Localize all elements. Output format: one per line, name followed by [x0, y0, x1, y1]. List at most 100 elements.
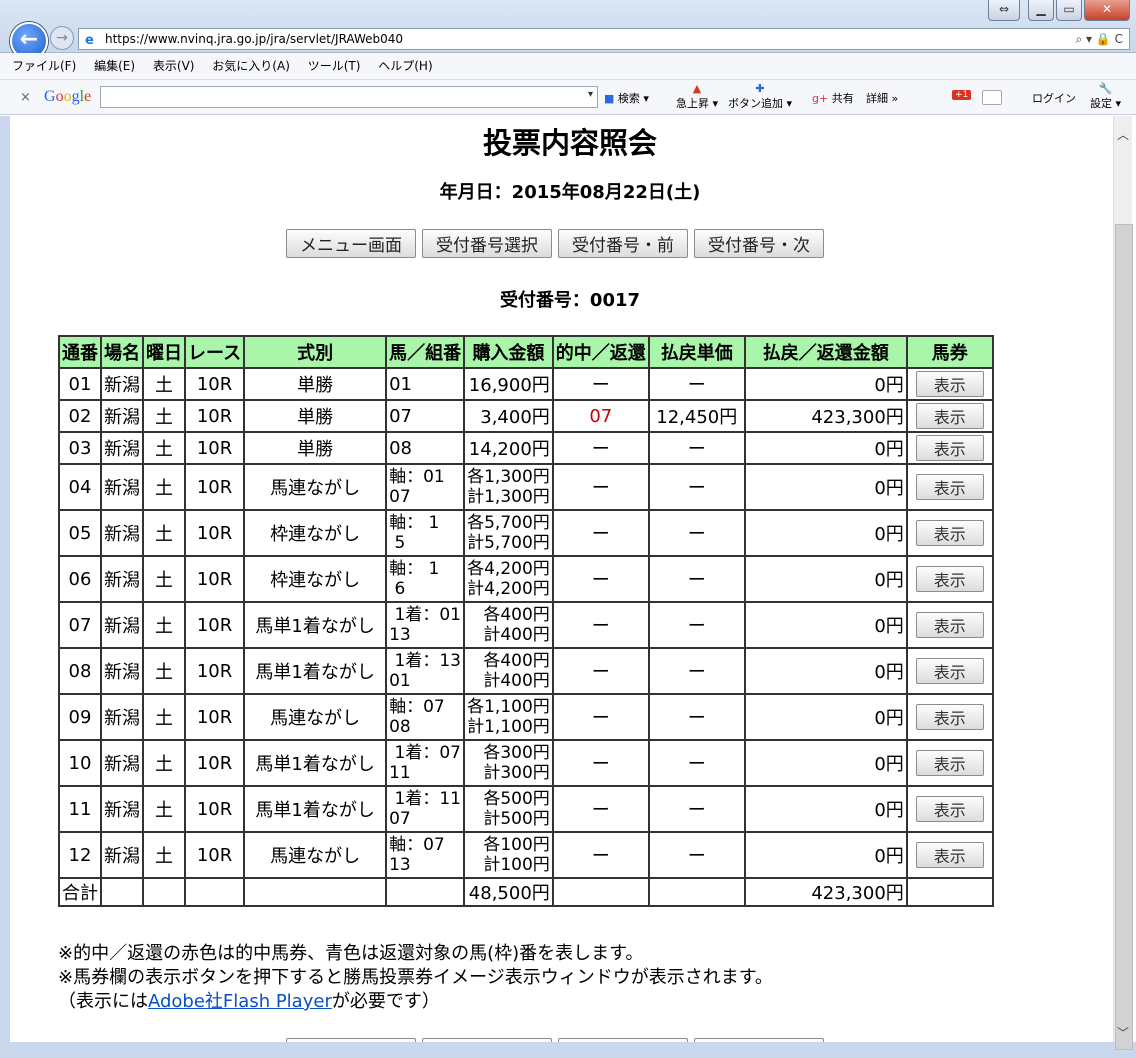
show-ticket-button[interactable]: 表示: [915, 371, 984, 397]
cell-place: 新潟: [100, 463, 144, 511]
page-content: 投票内容照会 年月日：2015年08月22日(土) メニュー画面 受付番号選択 …: [10, 116, 1110, 1042]
cell-type: 単勝: [243, 399, 388, 433]
show-ticket-button[interactable]: 表示: [915, 750, 984, 776]
close-toolbar-icon[interactable]: ×: [20, 90, 31, 105]
title-bar: ⇔ ▁ ▭ ✕ ← → e https://www.nvinq.jra.go.jp…: [0, 0, 1136, 60]
cell-race: 10R: [183, 367, 246, 401]
show-ticket-button[interactable]: 表示: [915, 520, 984, 546]
menu-button-bottom[interactable]: メニュー画面: [286, 1038, 416, 1042]
amount-each: 各4,200円: [467, 559, 550, 579]
cell-type: 単勝: [243, 431, 388, 465]
cell-day: 土: [142, 399, 186, 433]
menu-button[interactable]: メニュー画面: [286, 229, 416, 258]
maximize-button[interactable]: ▭: [1056, 0, 1082, 21]
menu-edit[interactable]: 編集(E): [94, 59, 135, 73]
show-ticket-button[interactable]: 表示: [915, 435, 984, 461]
menu-file[interactable]: ファイル(F): [12, 59, 76, 73]
cell-pay: 0円: [743, 693, 908, 741]
scroll-thumb[interactable]: [1115, 224, 1133, 1050]
cell-unit: ー: [647, 647, 746, 695]
wrench-icon: 🔧: [1098, 82, 1113, 95]
plus-one-icon[interactable]: +1: [952, 90, 972, 100]
cell-type: 単勝: [243, 367, 388, 401]
cell-pay: 0円: [743, 555, 908, 603]
cell-combo: 1着：13 01: [385, 647, 466, 695]
receipt-prev-button[interactable]: 受付番号・前: [558, 229, 688, 258]
scroll-up-icon[interactable]: ︿: [1114, 126, 1132, 144]
address-bar[interactable]: e https://www.nvinq.jra.go.jp/jra/servlet…: [78, 28, 1130, 50]
table-body: 01 新潟土 10R 単勝 01 16,900円ーー 0円 表示 02 新潟土 10R 単勝 07 3,4…: [58, 367, 994, 879]
menu-view[interactable]: 表示(V): [153, 59, 195, 73]
combo-line-2: 6: [389, 579, 406, 599]
flash-player-link[interactable]: Adobe社Flash Player: [148, 991, 332, 1012]
note-line-2: ※馬券欄の表示ボタンを押下すると勝馬投票券イメージ表示ウィンドウが表示されます。: [58, 967, 773, 988]
receipt-select-button-bottom[interactable]: 受付番号選択: [422, 1038, 552, 1042]
show-ticket-button[interactable]: 表示: [915, 658, 984, 684]
show-ticket-button[interactable]: 表示: [915, 612, 984, 638]
detail-button[interactable]: 詳細 »: [866, 90, 898, 106]
google-search-input[interactable]: ▾: [100, 86, 598, 108]
show-ticket-button[interactable]: 表示: [915, 796, 984, 822]
amount-total: 計500円: [483, 809, 550, 829]
restore-icon[interactable]: ⇔: [988, 0, 1020, 21]
window-controls: ⇔ ▁ ▭ ✕: [988, 0, 1130, 21]
cell-unit: 12,450円: [647, 399, 746, 433]
vertical-scrollbar[interactable]: ︿ ﹀: [1113, 116, 1133, 1050]
combo-line-1: 1着：01: [389, 605, 461, 625]
combo-line-1: 軸：01: [389, 467, 445, 487]
cell-ticket: 表示: [905, 693, 994, 741]
receipt-prev-button-bottom[interactable]: 受付番号・前: [558, 1038, 688, 1042]
cell-race: 10R: [183, 601, 246, 649]
menu-help[interactable]: ヘルプ(H): [378, 59, 432, 73]
menu-tools[interactable]: ツール(T): [308, 59, 361, 73]
amount-total: 計300円: [483, 763, 550, 783]
trending-button[interactable]: ▲ 急上昇 ▾: [676, 82, 718, 111]
receipt-next-button[interactable]: 受付番号・次: [694, 229, 824, 258]
show-ticket-button[interactable]: 表示: [915, 474, 984, 500]
cell-unit: ー: [647, 367, 746, 401]
cell-type: 馬連ながし: [243, 463, 388, 511]
total-amount: 48,500円: [463, 877, 554, 907]
amount-total: 計400円: [483, 671, 550, 691]
forward-button[interactable]: →: [50, 26, 74, 50]
amount-each: 各300円: [483, 743, 550, 763]
google-search-button[interactable]: ■ 検索 ▾: [604, 90, 649, 106]
cell-place: 新潟: [100, 785, 144, 833]
cell-place: 新潟: [100, 647, 144, 695]
cell-day: 土: [142, 555, 186, 603]
show-ticket-button[interactable]: 表示: [915, 403, 984, 429]
cell-unit: ー: [647, 739, 746, 787]
share-button[interactable]: g+ 共有: [812, 90, 854, 106]
address-tools-icon[interactable]: ⌕ ▾ 🔒 C: [1075, 29, 1123, 49]
table-row: 04 新潟土 10R 馬連ながし 軸：01 07 各1,300円 計1,300円ーー 0円 表示: [58, 463, 994, 511]
show-ticket-button[interactable]: 表示: [915, 842, 984, 868]
add-button[interactable]: ✚ ボタン追加 ▾: [728, 82, 792, 111]
cell-hit: ー: [551, 647, 650, 695]
chevron-down-icon[interactable]: ▾: [588, 89, 593, 100]
menu-favorites[interactable]: お気に入り(A): [212, 59, 290, 73]
window-frame-left: [0, 116, 10, 1058]
show-ticket-button[interactable]: 表示: [915, 704, 984, 730]
cell-hit: ー: [551, 785, 650, 833]
receipt-select-button[interactable]: 受付番号選択: [422, 229, 552, 258]
plus-one-counter: [982, 90, 1002, 105]
amount-total: 計1,300円: [467, 487, 550, 507]
table-row: 01 新潟土 10R 単勝 01 16,900円ーー 0円 表示: [58, 367, 994, 401]
total-empty: [142, 877, 186, 907]
combo-line-2: 08: [389, 717, 411, 737]
close-button[interactable]: ✕: [1084, 0, 1130, 21]
cell-no: 08: [58, 647, 102, 695]
cell-ticket: 表示: [905, 555, 994, 603]
show-ticket-button[interactable]: 表示: [915, 566, 984, 592]
login-link[interactable]: ログイン: [1032, 90, 1076, 106]
settings-button[interactable]: 🔧 設定 ▾: [1090, 82, 1121, 111]
cell-no: 03: [58, 431, 102, 465]
scroll-down-icon[interactable]: ﹀: [1114, 1024, 1132, 1042]
minimize-button[interactable]: ▁: [1028, 0, 1054, 21]
cell-hit: 07: [551, 399, 650, 433]
receipt-next-button-bottom[interactable]: 受付番号・次: [694, 1038, 824, 1042]
cell-amount: 各400円 計400円: [463, 647, 554, 695]
amount-total: 計1,100円: [467, 717, 550, 737]
cell-pay: 0円: [743, 831, 908, 879]
cell-day: 土: [142, 509, 186, 557]
